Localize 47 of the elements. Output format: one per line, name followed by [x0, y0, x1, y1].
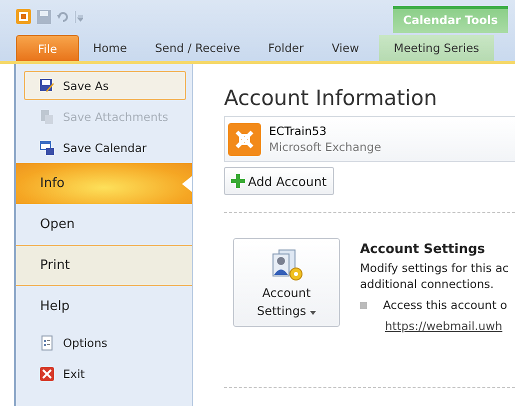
exchange-icon [228, 122, 261, 156]
menu-command[interactable]: Save Calendar [24, 133, 186, 162]
tab-label: Info [40, 176, 65, 191]
section-description: Modify settings for this ac additional connections. [360, 260, 509, 292]
section-heading: Account Settings [360, 242, 486, 258]
tab-label: Print [40, 258, 70, 273]
add-account-button[interactable]: Add Account [224, 167, 334, 195]
account-settings-button[interactable]: Account Settings [233, 238, 340, 327]
menu-command[interactable]: Save As [24, 71, 186, 100]
attachment-icon [39, 108, 55, 124]
undo-icon[interactable] [57, 10, 69, 22]
account-selector[interactable]: ECTrain53 Microsoft Exchange [224, 116, 515, 162]
contextual-tab-group: Calendar Tools [393, 6, 508, 33]
bullet-icon [360, 302, 367, 308]
calendar-save-icon [39, 140, 55, 156]
dropdown-caret-icon [310, 311, 316, 315]
save-as-icon [39, 78, 55, 94]
ribbon-tab[interactable]: View [318, 35, 373, 61]
tab-label: Open [40, 217, 75, 232]
command-label: Save Attachments [63, 110, 168, 124]
backstage-tab[interactable]: Print [16, 245, 192, 286]
command-label: Exit [63, 366, 85, 380]
command-label: Save As [63, 78, 109, 92]
backstage-tab[interactable]: Help [16, 286, 192, 327]
menu-command[interactable]: Exit [24, 359, 186, 388]
backstage-tab[interactable]: Info [16, 163, 192, 204]
command-label: Save Calendar [63, 140, 147, 154]
app-logo-icon[interactable] [16, 9, 31, 24]
ribbon-tab[interactable]: Folder [254, 35, 318, 61]
ribbon-tab[interactable]: Home [79, 35, 141, 61]
account-type: Microsoft Exchange [269, 140, 382, 154]
webmail-link[interactable]: https://webmail.uwh [385, 318, 509, 334]
account-name: ECTrain53 [269, 124, 328, 138]
page-title: Account Information [224, 86, 438, 112]
menu-command[interactable]: Options [24, 328, 186, 357]
close-icon [39, 366, 55, 382]
selection-pointer-icon [182, 176, 192, 192]
command-label: Options [63, 336, 108, 350]
options-icon [39, 334, 55, 350]
plus-icon [231, 174, 245, 188]
save-icon[interactable] [37, 10, 51, 24]
customize-menu-icon[interactable] [75, 10, 83, 22]
tab-label: Help [40, 299, 70, 314]
ribbon-tab[interactable]: Send / Receive [140, 35, 254, 61]
ribbon-tab[interactable]: Meeting Series [378, 35, 494, 61]
backstage-tab[interactable]: Open [16, 204, 192, 245]
bullet-text: Access this account o [383, 297, 508, 313]
